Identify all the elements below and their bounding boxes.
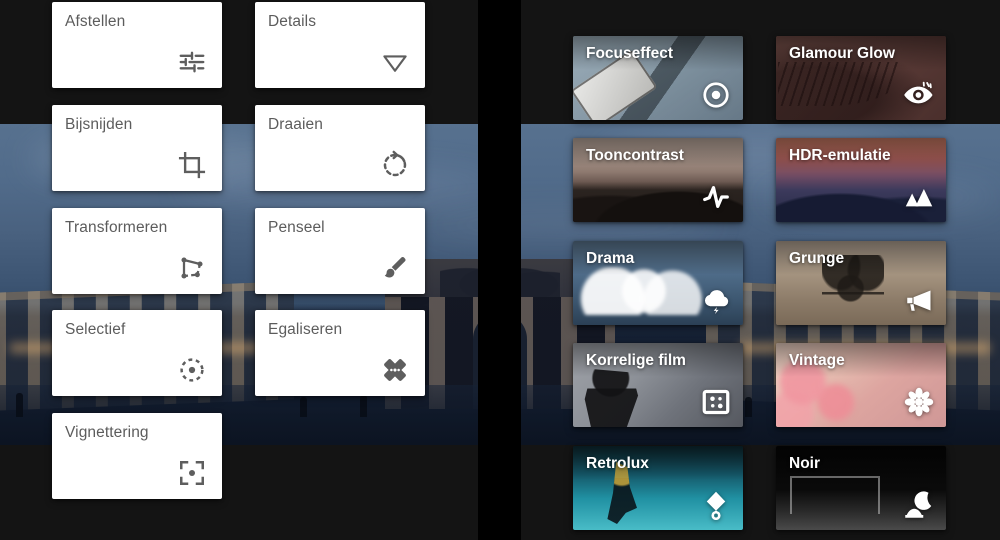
filter-card-retrolux[interactable]: Retrolux xyxy=(573,446,743,530)
tool-card-label: Transformeren xyxy=(65,219,168,236)
pulse-wave-icon xyxy=(699,180,733,214)
tool-card-bijsnijden[interactable]: Bijsnijden xyxy=(52,105,222,191)
tune-sliders-icon xyxy=(173,43,211,81)
pane-divider xyxy=(478,0,521,540)
filter-card-drama[interactable]: Drama xyxy=(573,241,743,325)
transform-nodes-icon xyxy=(173,249,211,287)
paintbrush-icon xyxy=(376,249,414,287)
tool-card-draaien[interactable]: Draaien xyxy=(255,105,425,191)
tool-card-penseel[interactable]: Penseel xyxy=(255,208,425,294)
crop-icon xyxy=(173,146,211,184)
tool-card-selectief[interactable]: Selectief xyxy=(52,310,222,396)
filter-card-label: Drama xyxy=(586,250,635,267)
tool-card-label: Selectief xyxy=(65,321,126,338)
flower-icon xyxy=(902,385,936,419)
filter-card-noir[interactable]: Noir xyxy=(776,446,946,530)
filter-card-label: Retrolux xyxy=(586,455,649,472)
filter-card-label: Glamour Glow xyxy=(789,45,895,62)
tools-pane: Afstellen Details Bijsnijden Draaien Transfo… xyxy=(0,0,478,540)
selective-dot-icon xyxy=(173,351,211,389)
filter-card-glamour-glow[interactable]: Glamour Glow xyxy=(776,36,946,120)
tool-card-label: Afstellen xyxy=(65,13,126,30)
tool-card-label: Egaliseren xyxy=(268,321,343,338)
megaphone-icon xyxy=(902,283,936,317)
moon-icon xyxy=(902,488,936,522)
tool-card-label: Draaien xyxy=(268,116,323,133)
mountains-icon xyxy=(902,180,936,214)
balloon-icon xyxy=(699,488,733,522)
filter-card-label: Noir xyxy=(789,455,820,472)
filter-card-vintage[interactable]: Vintage xyxy=(776,343,946,427)
focus-target-icon xyxy=(699,78,733,112)
filter-card-label: Tooncontrast xyxy=(586,147,684,164)
rotate-icon xyxy=(376,146,414,184)
filter-card-label: Korrelige film xyxy=(586,352,686,369)
healing-patch-icon xyxy=(376,351,414,389)
filter-card-label: Focuseffect xyxy=(586,45,673,62)
tool-card-label: Vignettering xyxy=(65,424,149,441)
filter-card-tooncontrast[interactable]: Tooncontrast xyxy=(573,138,743,222)
filter-card-label: Grunge xyxy=(789,250,845,267)
tool-card-label: Bijsnijden xyxy=(65,116,133,133)
grain-square-icon xyxy=(699,385,733,419)
tool-card-label: Penseel xyxy=(268,219,325,236)
storm-cloud-icon xyxy=(699,283,733,317)
filter-card-label: HDR-emulatie xyxy=(789,147,891,164)
tool-card-afstellen[interactable]: Afstellen xyxy=(52,2,222,88)
filter-card-focuseffect[interactable]: Focuseffect xyxy=(573,36,743,120)
tool-card-transformeren[interactable]: Transformeren xyxy=(52,208,222,294)
tool-card-vignettering[interactable]: Vignettering xyxy=(52,413,222,499)
filter-card-label: Vintage xyxy=(789,352,845,369)
eye-glow-icon xyxy=(902,78,936,112)
tool-card-label: Details xyxy=(268,13,317,30)
vignette-frame-icon xyxy=(173,454,211,492)
triangle-down-icon xyxy=(376,43,414,81)
filter-card-korrelige-film[interactable]: Korrelige film xyxy=(573,343,743,427)
filter-card-hdr-emulatie[interactable]: HDR-emulatie xyxy=(776,138,946,222)
tool-card-egaliseren[interactable]: Egaliseren xyxy=(255,310,425,396)
app-root: Afstellen Details Bijsnijden Draaien Transfo… xyxy=(0,0,1000,540)
filter-card-grunge[interactable]: Grunge xyxy=(776,241,946,325)
filters-pane: Focuseffect Glamour Glow Tooncontrast HDR-e… xyxy=(521,0,1000,540)
tool-card-details[interactable]: Details xyxy=(255,2,425,88)
